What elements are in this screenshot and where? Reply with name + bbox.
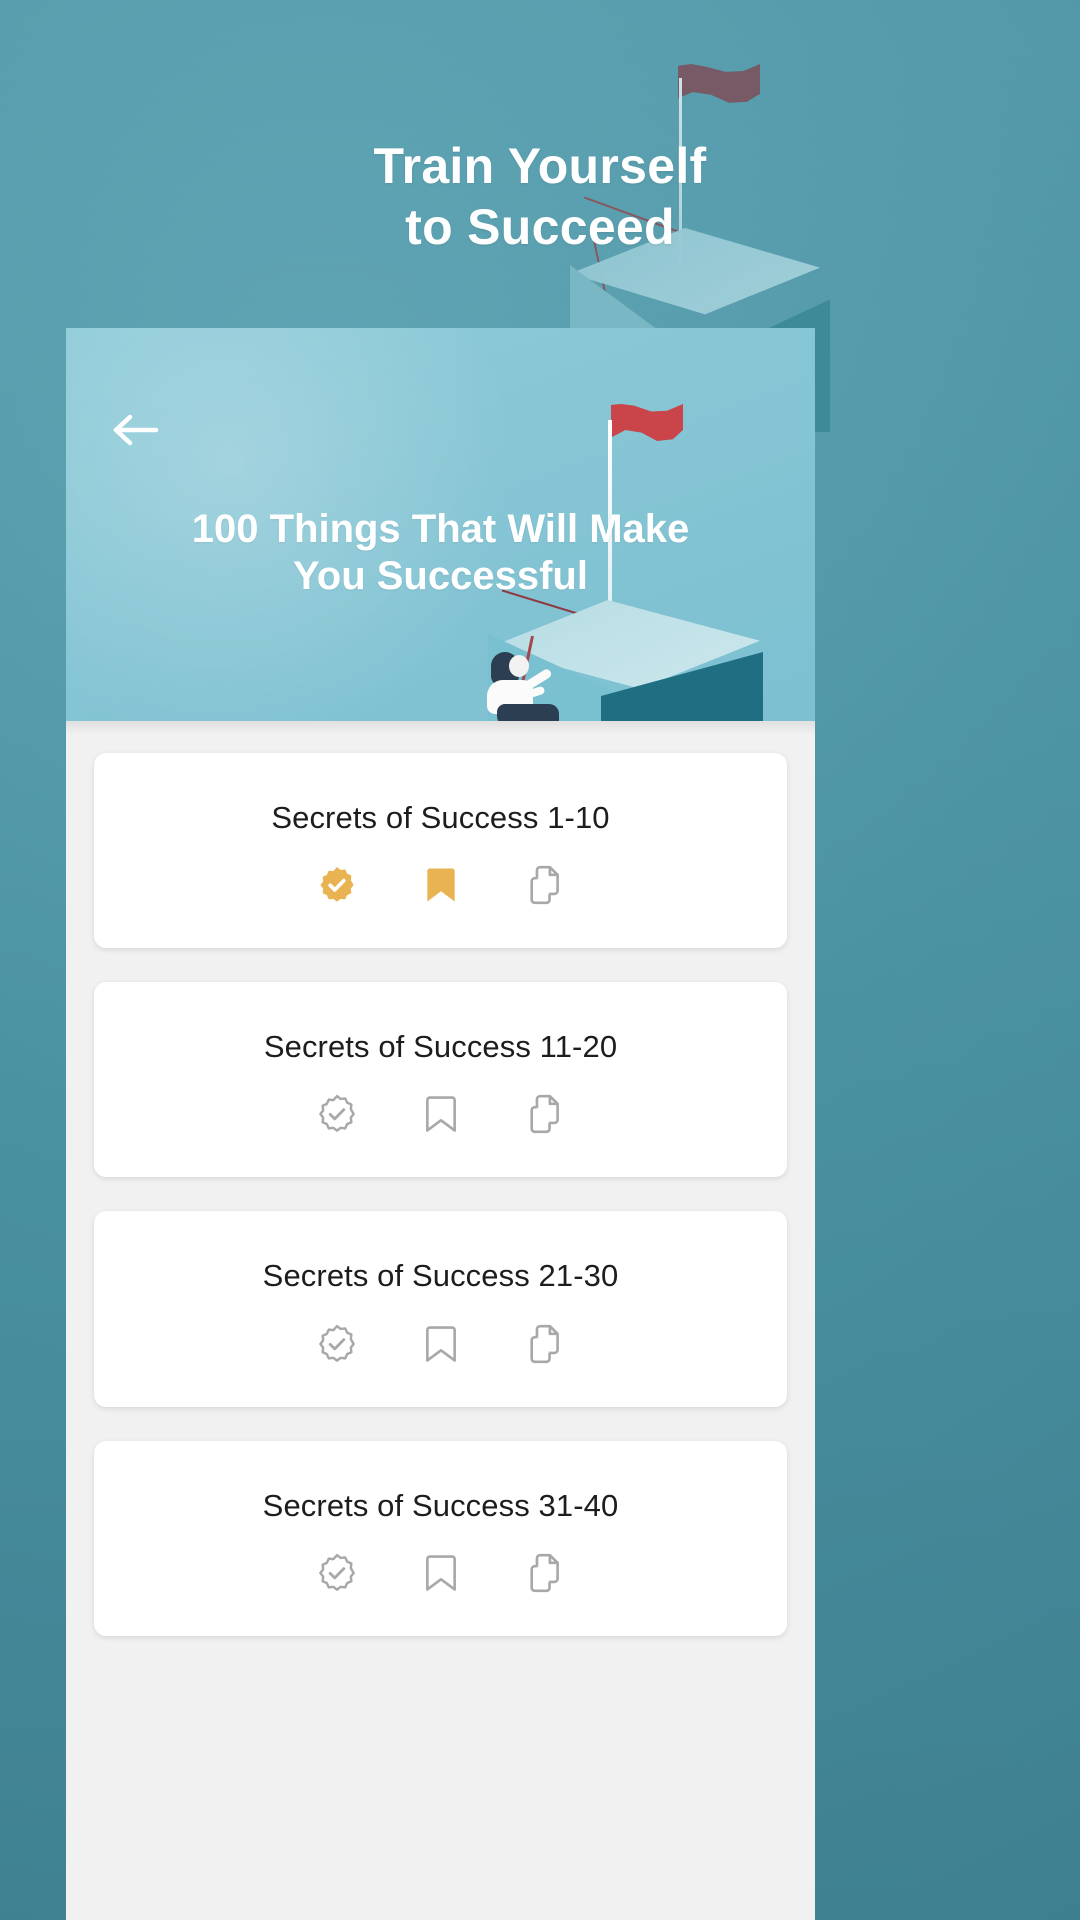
bookmark-button[interactable]	[418, 1321, 464, 1367]
chapter-card[interactable]: Secrets of Success 11-20	[94, 982, 787, 1178]
climber-head	[509, 655, 529, 677]
verified-badge-button[interactable]	[314, 1321, 360, 1367]
climber-legs	[497, 704, 559, 721]
copy-documents-button[interactable]	[522, 862, 568, 908]
verified-badge-button[interactable]	[314, 1550, 360, 1596]
copy-documents-icon	[525, 1323, 565, 1365]
chapter-card-title: Secrets of Success 11-20	[263, 1029, 618, 1065]
verified-badge-icon	[316, 1093, 358, 1135]
bookmark-icon	[422, 1323, 460, 1365]
bookmark-button[interactable]	[418, 862, 464, 908]
chapter-card-title: Secrets of Success 31-40	[262, 1487, 619, 1523]
hero-drop-shadow	[66, 721, 815, 735]
verified-badge-button[interactable]	[314, 862, 360, 908]
arrow-left-icon	[112, 410, 162, 450]
copy-documents-button[interactable]	[522, 1550, 568, 1596]
splash-title-line-1: Train Yourself	[373, 138, 707, 194]
bookmark-icon	[422, 1552, 460, 1594]
chapter-card-actions	[112, 1321, 769, 1367]
chapter-card-actions	[112, 1091, 769, 1137]
chapter-card[interactable]: Secrets of Success 31-40	[94, 1440, 787, 1636]
bookmark-button[interactable]	[418, 1550, 464, 1596]
chapter-card-title: Secrets of Success 21-30	[262, 1258, 619, 1294]
chapter-card-actions	[112, 862, 769, 908]
climber-illustration	[453, 635, 573, 721]
verified-badge-icon	[316, 1552, 358, 1594]
bookmark-button[interactable]	[418, 1091, 464, 1137]
hero-flag-icon	[611, 404, 683, 441]
copy-documents-button[interactable]	[522, 1091, 568, 1137]
splash-title-line-2: to Succeed	[405, 199, 675, 255]
app-viewport: 100 Things That Will Make You Successful…	[66, 328, 815, 1920]
verified-badge-icon	[316, 1323, 358, 1365]
hero-title-line-1: 100 Things That Will Make	[191, 507, 690, 551]
chapter-card-title: Secrets of Success 1-10	[271, 800, 610, 835]
chapter-list: Secrets of Success 1-10 Secrets of Succe…	[66, 721, 815, 1920]
copy-documents-icon	[525, 864, 565, 906]
chapter-card[interactable]: Secrets of Success 21-30	[94, 1211, 787, 1407]
bookmark-icon	[422, 864, 460, 906]
verified-badge-button[interactable]	[314, 1091, 360, 1137]
splash-flag-icon	[678, 64, 760, 103]
bookmark-icon	[422, 1093, 460, 1135]
hero-header: 100 Things That Will Make You Successful	[66, 328, 815, 721]
copy-documents-icon	[525, 1552, 565, 1594]
chapter-card-actions	[112, 1550, 769, 1596]
copy-documents-button[interactable]	[522, 1321, 568, 1367]
chapter-card[interactable]: Secrets of Success 1-10	[94, 753, 787, 949]
copy-documents-icon	[525, 1093, 565, 1135]
splash-title: Train Yourself to Succeed	[0, 136, 1080, 258]
hero-title-line-2: You Successful	[293, 554, 588, 599]
hero-title: 100 Things That Will Make You Successful	[66, 506, 815, 600]
back-button[interactable]	[112, 406, 172, 454]
verified-badge-icon	[316, 864, 358, 906]
